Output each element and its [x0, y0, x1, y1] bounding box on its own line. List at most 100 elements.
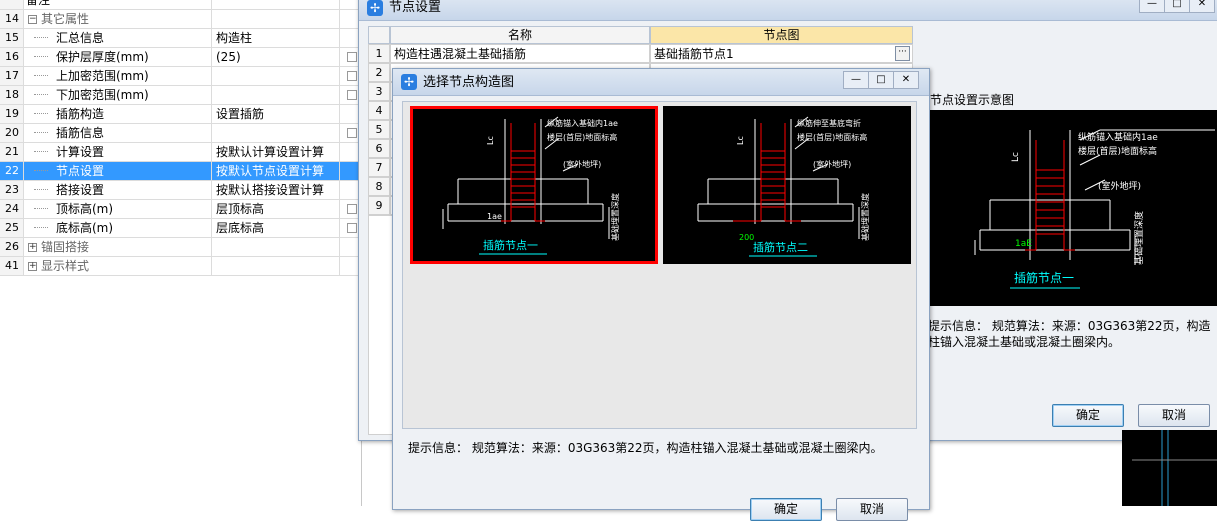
property-label: 显示样式 [41, 259, 90, 273]
property-name: + 显示样式 [26, 257, 212, 275]
node-ok-button[interactable]: 确定 [1052, 404, 1124, 427]
select-diagram-title: 选择节点构造图 [423, 75, 515, 90]
property-value[interactable] [214, 238, 340, 256]
property-row[interactable]: 24 顶标高(m) 层顶标高 [0, 200, 362, 219]
property-row[interactable]: 41 + 显示样式 [0, 257, 362, 276]
property-label: 汇总信息 [56, 31, 105, 45]
tree-line-icon [34, 86, 48, 95]
node-settings-title: 节点设置 [389, 0, 442, 15]
node-cancel-button[interactable]: 取消 [1138, 404, 1210, 427]
property-row[interactable]: 14− 其它属性 [0, 10, 362, 29]
row-number: 17 [0, 67, 24, 85]
property-row[interactable]: 25 底标高(m) 层底标高 [0, 219, 362, 238]
window-controls: — □ ✕ [1139, 0, 1215, 13]
property-row[interactable]: 26 + 锚固搭接 [0, 238, 362, 257]
row-checkbox[interactable] [347, 223, 357, 233]
property-value[interactable]: 设置插筋 [214, 105, 340, 123]
row-checkbox[interactable] [347, 52, 357, 62]
diagram2-depth: 基础埋置深度 [860, 193, 870, 241]
node-row[interactable]: 1 构造柱遇混凝土基础插筋 基础插筋节点1 ··· [368, 44, 913, 63]
property-label: 底标高(m) [56, 221, 114, 235]
node-row-number: 5 [368, 120, 390, 139]
diagram1-note-3: (室外地坪) [563, 159, 601, 169]
select-ok-button[interactable]: 确定 [750, 498, 822, 521]
property-row[interactable]: 19 插筋构造 设置插筋 [0, 105, 362, 124]
expand-icon[interactable]: + [28, 243, 37, 252]
property-label: 计算设置 [56, 145, 105, 159]
property-name: 插筋信息 [26, 124, 212, 142]
row-checkbox[interactable] [347, 128, 357, 138]
row-number: 25 [0, 219, 24, 237]
node-info-text: 提示信息： 规范算法：来源：03G363第22页，构造柱锚入混凝土基础或混凝土圈… [928, 319, 1211, 349]
property-name: 保护层厚度(mm) [26, 48, 212, 66]
property-row[interactable]: 20 插筋信息 [0, 124, 362, 143]
property-name: 底标高(m) [26, 219, 212, 237]
close-icon[interactable]: ✕ [893, 71, 919, 89]
diagram2-caption: 插筋节点二 [753, 240, 808, 254]
minimize-icon[interactable]: — [1139, 0, 1165, 13]
property-value[interactable] [214, 257, 340, 275]
select-info-text: 提示信息： 规范算法：来源：03G363第22页，构造柱锚入混凝土基础或混凝土圈… [408, 441, 883, 455]
property-value[interactable]: 按默认节点设置计算 [214, 162, 340, 180]
row-number: 23 [0, 181, 24, 199]
row-number: 15 [0, 29, 24, 47]
property-value[interactable]: 按默认搭接设置计算 [214, 181, 340, 199]
tree-line-icon [34, 105, 48, 114]
property-name: 节点设置 [26, 162, 212, 180]
property-value[interactable] [214, 0, 340, 9]
property-value[interactable] [214, 10, 340, 28]
property-name: 下加密范围(mm) [26, 86, 212, 104]
tree-line-icon [34, 143, 48, 152]
property-value[interactable] [214, 67, 340, 85]
property-label: 锚固搭接 [41, 240, 90, 254]
preview-caption: 插筋节点一 [1014, 270, 1074, 285]
minimize-icon[interactable]: — [843, 71, 869, 89]
node-name-cell[interactable]: 构造柱遇混凝土基础插筋 [390, 44, 650, 63]
property-label: 节点设置 [56, 164, 105, 178]
property-row[interactable]: 16 保护层厚度(mm) (25) [0, 48, 362, 67]
column-header-name[interactable]: 名称 [390, 26, 650, 44]
property-row[interactable]: 23 搭接设置 按默认搭接设置计算 [0, 181, 362, 200]
preview-note-2: 楼层(首层)地面标高 [1078, 145, 1157, 157]
property-value[interactable]: 层底标高 [214, 219, 340, 237]
property-value[interactable] [214, 124, 340, 142]
property-row[interactable]: 22 节点设置 按默认节点设置计算 [0, 162, 362, 181]
background-drawing-area [1122, 430, 1217, 506]
property-row[interactable]: 备注 [0, 0, 362, 10]
maximize-icon[interactable]: □ [1164, 0, 1190, 13]
diagram-option-2[interactable]: 纵筋伸至基底弯折 楼层(首层)地面标高 (室外地坪) Lc 200 基础埋置深度… [663, 106, 911, 264]
row-checkbox[interactable] [347, 204, 357, 214]
property-row[interactable]: 15 汇总信息 构造柱 [0, 29, 362, 48]
diagram1-lae: 1ae [487, 212, 502, 221]
property-name: 插筋构造 [26, 105, 212, 123]
window-controls: — □ ✕ [843, 71, 919, 89]
property-value[interactable]: 层顶标高 [214, 200, 340, 218]
property-row[interactable]: 18 下加密范围(mm) [0, 86, 362, 105]
row-checkbox[interactable] [347, 71, 357, 81]
select-cancel-button[interactable]: 取消 [836, 498, 908, 521]
row-number: 21 [0, 143, 24, 161]
ellipsis-button[interactable]: ··· [895, 46, 910, 61]
property-value[interactable]: (25) [214, 48, 340, 66]
collapse-icon[interactable]: − [28, 15, 37, 24]
diagram2-note-2: 楼层(首层)地面标高 [797, 132, 867, 142]
row-checkbox[interactable] [347, 90, 357, 100]
diagram-option-1[interactable]: 纵筋锚入基础内1ae 楼层(首层)地面标高 (室外地坪) Lc 1ae 基础埋置… [410, 106, 658, 264]
property-row[interactable]: 21 计算设置 按默认计算设置计算 [0, 143, 362, 162]
column-header-diagram[interactable]: 节点图 [650, 26, 913, 44]
row-number: 22 [0, 162, 24, 180]
maximize-icon[interactable]: □ [868, 71, 894, 89]
property-value[interactable]: 构造柱 [214, 29, 340, 47]
property-row[interactable]: 17 上加密范围(mm) [0, 67, 362, 86]
property-value[interactable] [214, 86, 340, 104]
close-icon[interactable]: ✕ [1189, 0, 1215, 13]
tree-line-icon [34, 29, 48, 38]
preview-note-3: (室外地坪) [1098, 180, 1141, 192]
expand-icon[interactable]: + [28, 262, 37, 271]
property-name: 备注 [26, 0, 212, 9]
node-diagram-cell[interactable]: 基础插筋节点1 ··· [650, 44, 913, 63]
property-name: 上加密范围(mm) [26, 67, 212, 85]
property-value[interactable]: 按默认计算设置计算 [214, 143, 340, 161]
preview-note-1: 纵筋锚入基础内1ae [1078, 131, 1158, 143]
tree-line-icon [34, 181, 48, 190]
